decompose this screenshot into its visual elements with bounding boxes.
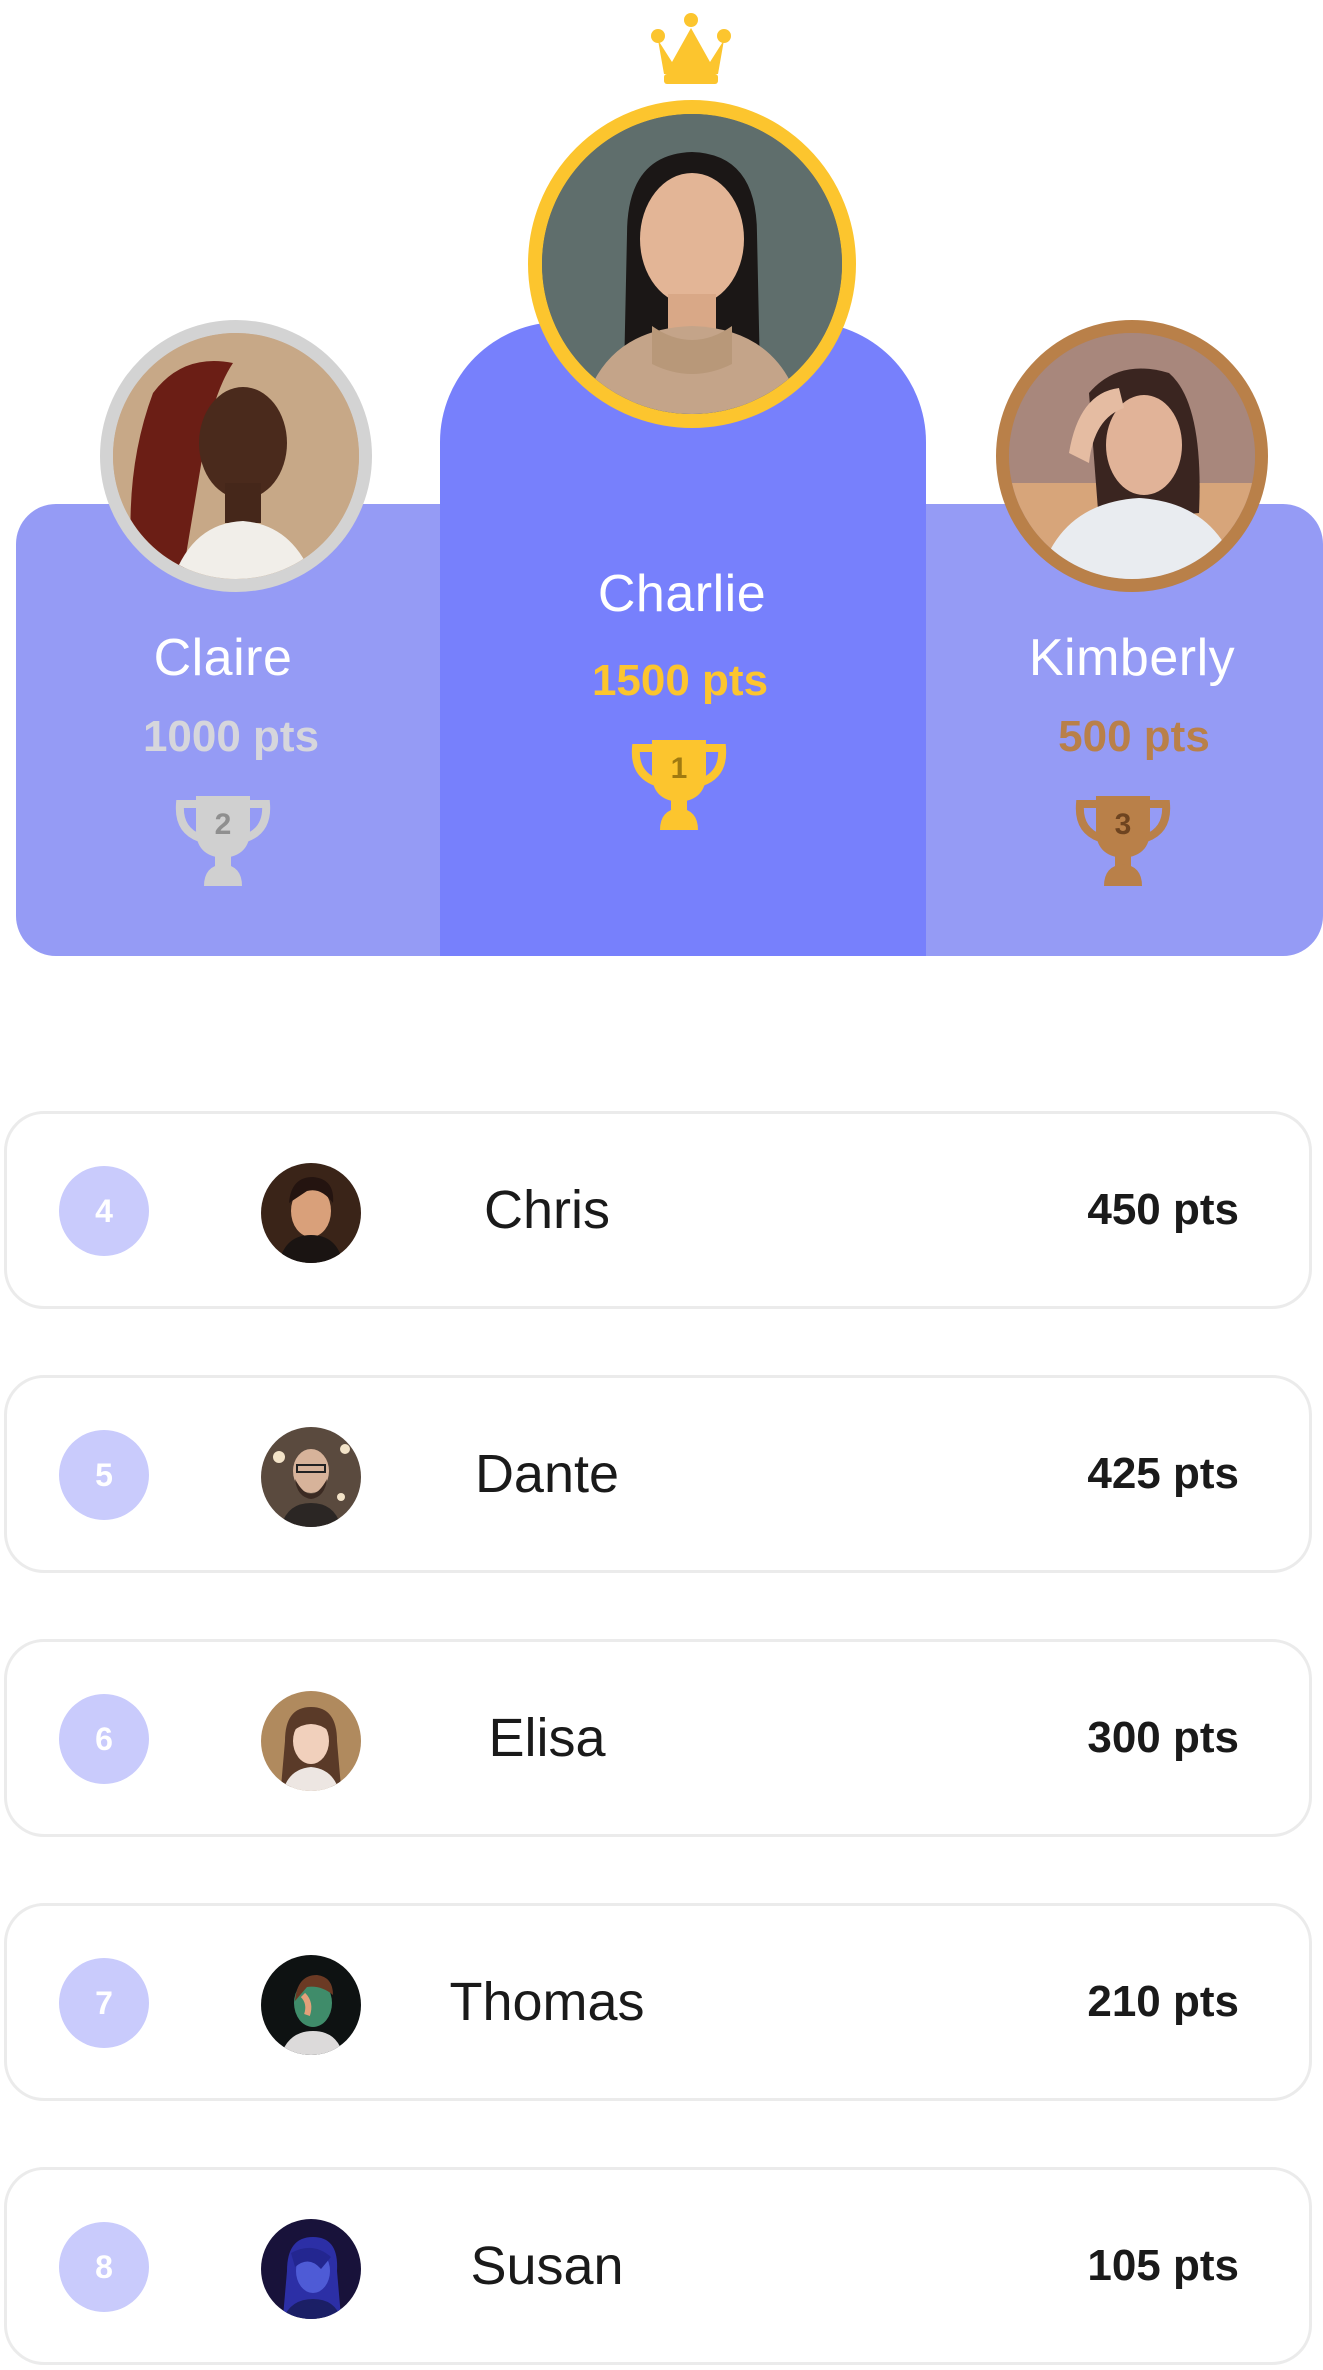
player-name: Elisa (488, 1708, 606, 1768)
player-name: Thomas (449, 1972, 645, 2032)
player-name: Susan (470, 2236, 624, 2296)
leaderboard-row[interactable]: 4 Chris 450 pts (4, 1111, 1312, 1309)
player-name: Dante (474, 1444, 620, 1504)
avatar-kimberly[interactable] (996, 320, 1268, 592)
first-place-name: Charlie (597, 565, 767, 623)
portrait-image (542, 114, 842, 414)
leaderboard-row[interactable]: 6 Elisa 300 pts (4, 1639, 1312, 1837)
third-place-points: 500 pts (1058, 712, 1210, 761)
rank-badge: 8 (59, 2222, 149, 2312)
trophy-rank: 1 (671, 752, 688, 785)
rank-badge: 6 (59, 1694, 149, 1784)
crown-icon (651, 13, 731, 84)
rank-badge: 5 (59, 1430, 149, 1520)
avatar-claire[interactable] (100, 320, 372, 592)
trophy-icon: 2 (175, 796, 271, 886)
leaderboard-row[interactable]: 5 Dante 425 pts (4, 1375, 1312, 1573)
player-points: 450 pts (1087, 1185, 1239, 1234)
avatar-charlie[interactable] (528, 100, 856, 428)
player-points: 210 pts (1087, 1977, 1239, 2026)
second-place-points: 1000 pts (142, 712, 320, 761)
portrait-image (113, 333, 359, 579)
third-place-name: Kimberly (1028, 629, 1236, 687)
rank-badge: 7 (59, 1958, 149, 2048)
player-points: 425 pts (1087, 1449, 1239, 1498)
trophy-rank: 3 (1115, 808, 1132, 841)
trophy-icon: 3 (1075, 796, 1171, 886)
leaderboard-row[interactable]: 7 Thomas 210 pts (4, 1903, 1312, 2101)
first-place-points: 1500 pts (591, 656, 769, 705)
leaderboard-row[interactable]: 8 Susan 105 pts (4, 2167, 1312, 2365)
trophy-icon: 1 (631, 740, 727, 830)
trophy-rank: 2 (215, 808, 232, 841)
player-name: Chris (483, 1180, 610, 1240)
second-place-name: Claire (153, 629, 293, 687)
portrait-image (1009, 333, 1255, 579)
player-points: 300 pts (1087, 1713, 1239, 1762)
player-points: 105 pts (1087, 2241, 1239, 2290)
rank-badge: 4 (59, 1166, 149, 1256)
